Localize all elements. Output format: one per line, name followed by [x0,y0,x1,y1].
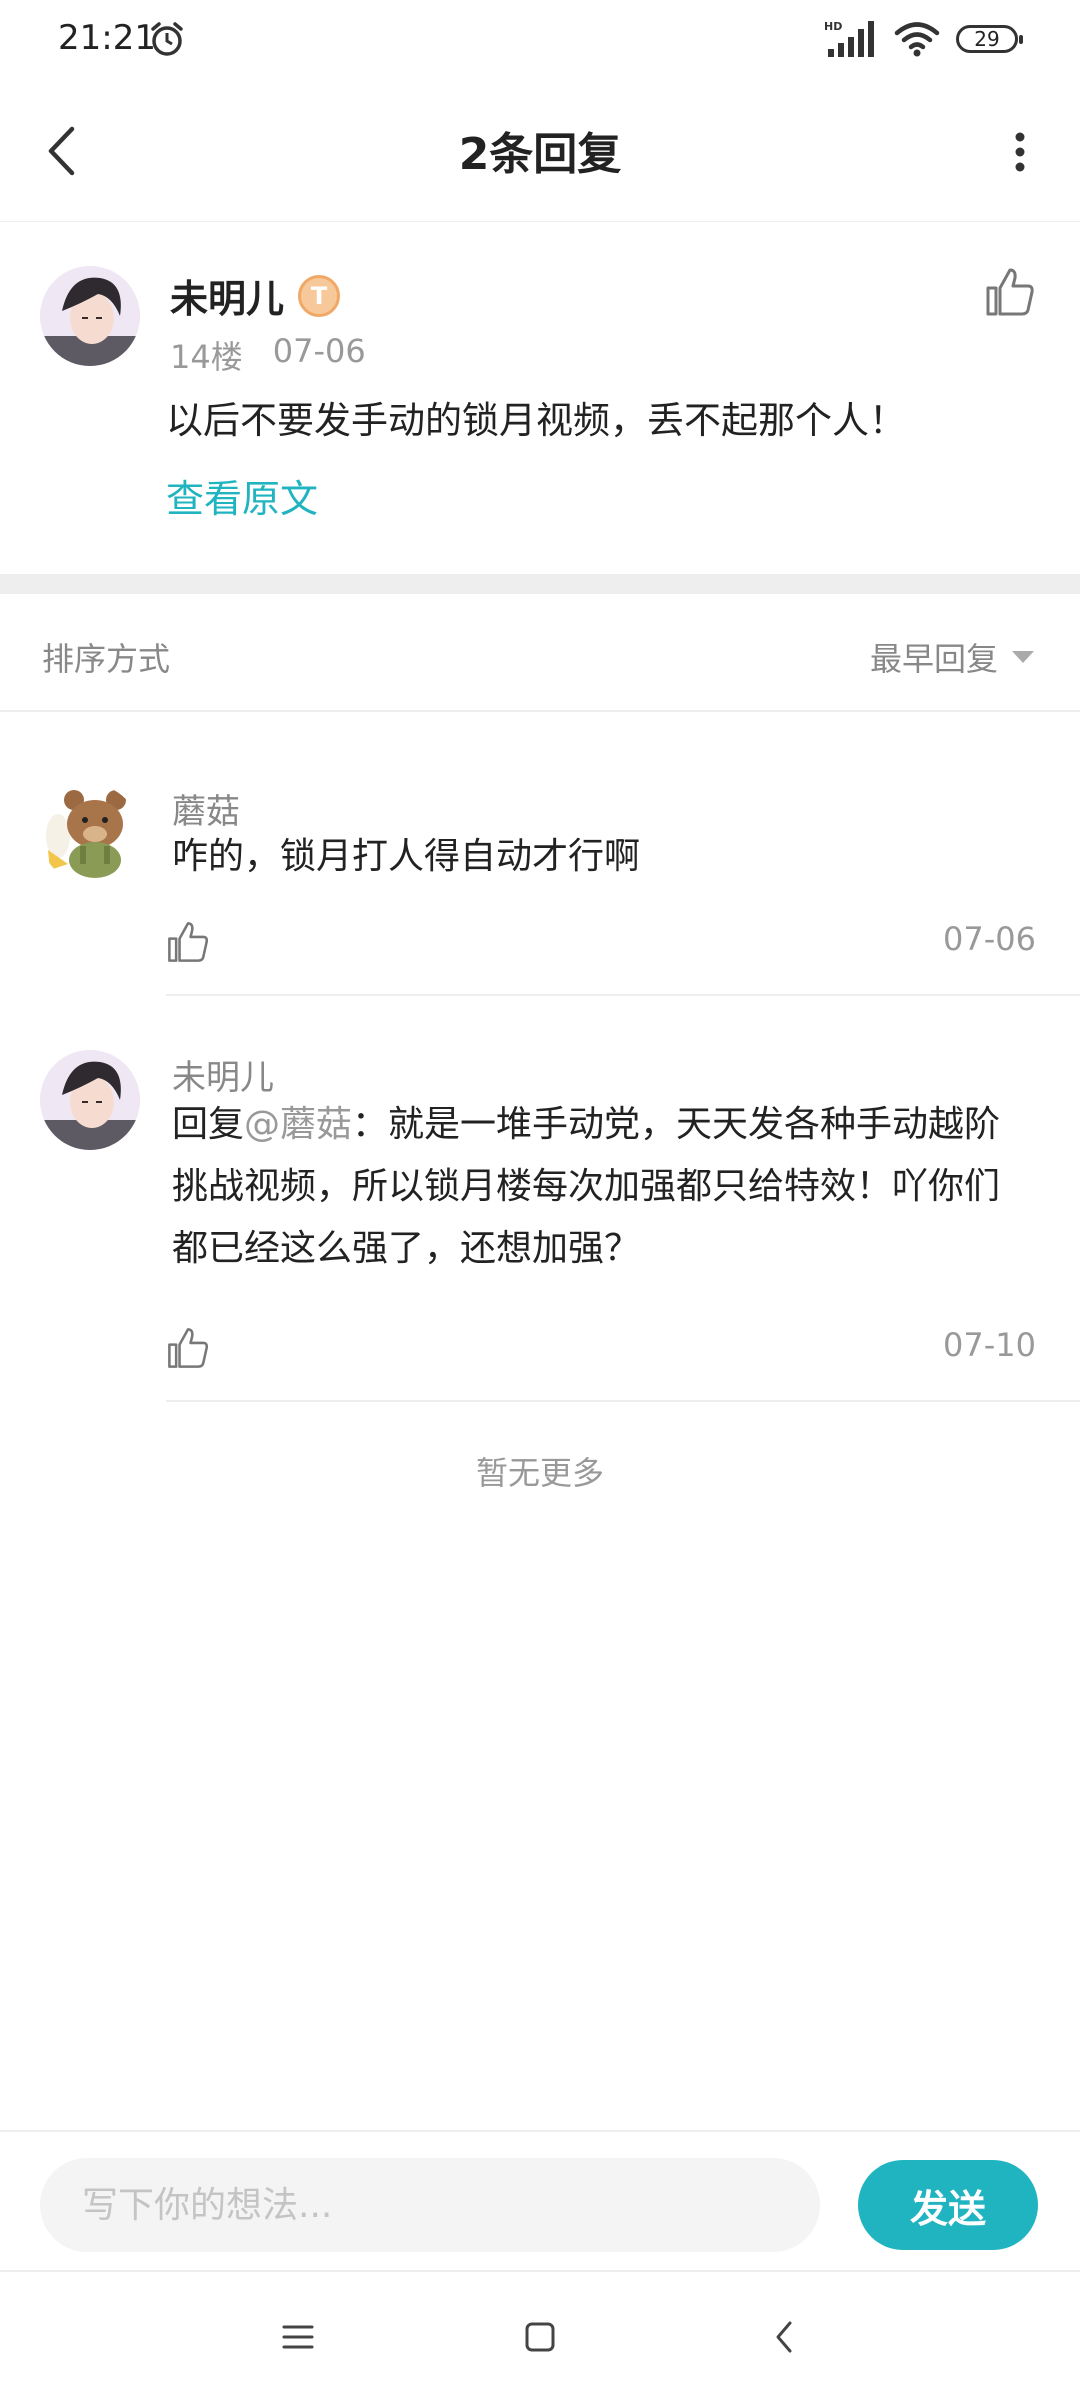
caret-down-icon [1012,651,1034,663]
reply-item: 未明儿 回复@蘑菇：就是一堆手动党，天天发各种手动越阶挑战视频，所以锁月楼每次加… [0,1050,1080,1404]
sort-bar: 排序方式 最早回复 [0,594,1080,712]
sort-label: 排序方式 [42,640,171,678]
back-nav-button[interactable] [754,2312,814,2362]
avatar[interactable] [40,784,140,884]
sort-dropdown[interactable]: 最早回复 [870,634,1034,680]
home-button[interactable] [510,2312,570,2362]
reply-text: 回复@蘑菇：就是一堆手动党，天天发各种手动越阶挑战视频，所以锁月楼每次加强都只给… [172,1094,1032,1280]
avatar[interactable] [40,266,140,366]
view-original-link[interactable]: 查看原文 [166,468,318,523]
battery-indicator: 29 [956,25,1023,53]
page-title: 2条回复 [458,129,622,180]
reply-prefix: 回复 [172,1104,245,1145]
section-divider [0,574,1080,594]
signal-icon: HD [824,20,874,57]
reply-divider [166,994,1080,996]
comment-input[interactable] [40,2158,820,2252]
menu-icon [282,2325,314,2349]
original-post: 未明儿 T 14楼 07-06 以后不要发手动的锁月视频，丢不起那个人！ 查看原… [0,222,1080,574]
menu-button[interactable] [268,2312,328,2362]
sort-selected: 最早回复 [869,640,998,678]
network-label: HD [824,20,842,33]
status-indicators: HD 29 [824,18,1023,60]
system-nav-bar [0,2270,1080,2400]
mention-link[interactable]: @蘑菇 [244,1104,352,1145]
status-bar: 21:21 HD 29 [0,0,1080,80]
thumb-up-icon[interactable] [166,920,210,964]
reply-author-name[interactable]: 未明儿 [172,1050,274,1099]
wifi-icon [894,22,940,57]
reply-text: 咋的，锁月打人得自动才行啊 [172,836,641,877]
avatar[interactable] [40,1050,140,1150]
back-nav-icon [776,2321,792,2353]
reply-divider [166,1400,1080,1402]
comment-input-bar: 发送 [0,2130,1080,2270]
more-icon [1015,132,1025,172]
thumb-up-icon[interactable] [984,266,1036,318]
home-icon [525,2322,555,2352]
thumb-up-icon[interactable] [166,1326,210,1370]
send-button[interactable]: 发送 [858,2160,1038,2250]
reply-date: 07-10 [943,1326,1036,1364]
no-more-text: 暂无更多 [475,1454,604,1492]
post-meta: 14楼 07-06 [170,332,366,378]
avatar-image [40,1050,140,1150]
post-date: 07-06 [272,332,366,370]
avatar-image [40,266,140,366]
avatar-image [40,784,140,884]
post-content: 以后不要发手动的锁月视频，丢不起那个人！ [166,399,906,442]
alarm-icon [151,22,183,56]
reply-item: 蘑菇 咋的，锁月打人得自动才行啊 07-06 [0,784,1080,998]
post-floor: 14楼 [170,338,243,376]
level-badge: T [298,274,341,317]
status-time: 21:21 [58,18,156,58]
post-author-name[interactable]: 未明儿 [170,268,284,323]
post-author-row: 未明儿 T [170,268,341,323]
header: 2条回复 [0,80,1080,222]
reply-date: 07-06 [943,920,1036,958]
more-button[interactable] [1000,120,1040,184]
